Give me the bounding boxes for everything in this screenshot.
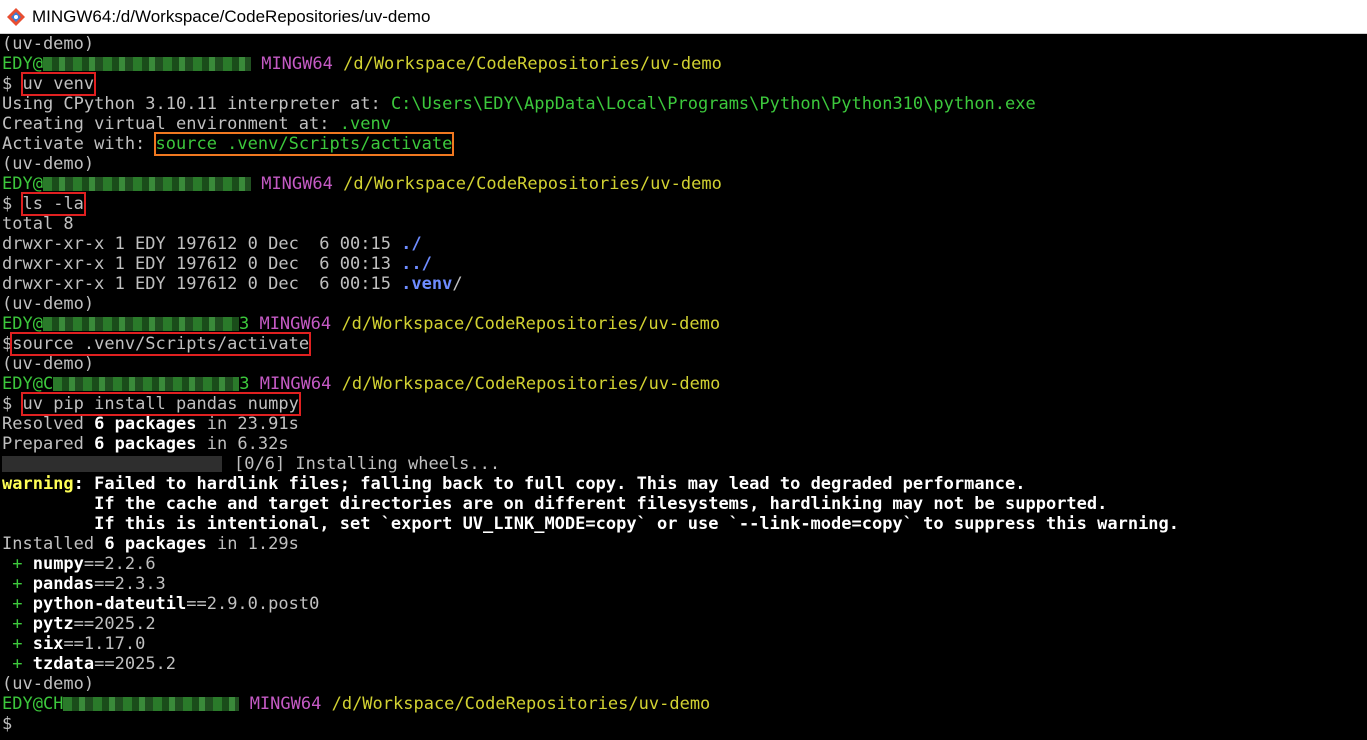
package-item: + pytz==2025.2 bbox=[2, 614, 156, 634]
package-item: + six==1.17.0 bbox=[2, 634, 146, 654]
venv-indicator: (uv-demo) bbox=[2, 294, 95, 314]
ls-row: drwxr-xr-x 1 EDY 197612 0 Dec 6 00:15 ./ bbox=[2, 234, 422, 254]
git-bash-icon bbox=[7, 7, 25, 26]
redacted-hostname bbox=[42, 57, 251, 71]
terminal-output[interactable]: (uv-demo) EDY@ MINGW64 /d/Workspace/Code… bbox=[0, 34, 1367, 740]
output-line: total 8 bbox=[2, 214, 74, 234]
warning-line: If this is intentional, set `export UV_L… bbox=[2, 514, 1180, 534]
redacted-hostname bbox=[53, 377, 240, 391]
command-input-line[interactable]: $ bbox=[2, 714, 12, 734]
venv-indicator: (uv-demo) bbox=[2, 674, 95, 694]
command-line: $ ls -la bbox=[2, 192, 86, 216]
prompt-line: EDY@ MINGW64 /d/Workspace/CodeRepositori… bbox=[2, 174, 722, 194]
warning-line: warning: Failed to hardlink files; falli… bbox=[2, 474, 1026, 494]
output-line: Installed 6 packages in 1.29s bbox=[2, 534, 299, 554]
command-line: $source .venv/Scripts/activate bbox=[2, 332, 312, 356]
command-ls: ls -la bbox=[20, 192, 86, 216]
prompt-line: EDY@ 3 MINGW64 /d/Workspace/CodeRepositor… bbox=[2, 314, 721, 334]
prompt-line: EDY@CH MINGW64 /d/Workspace/CodeReposito… bbox=[2, 694, 711, 714]
package-item: + tzdata==2025.2 bbox=[2, 654, 177, 674]
window-title: MINGW64:/d/Workspace/CodeRepositories/uv… bbox=[32, 6, 431, 26]
window-titlebar: MINGW64:/d/Workspace/CodeRepositories/uv… bbox=[0, 0, 1367, 34]
package-item: + python-dateutil==2.9.0.post0 bbox=[2, 594, 320, 614]
ls-row: drwxr-xr-x 1 EDY 197612 0 Dec 6 00:13 ..… bbox=[2, 254, 432, 274]
redacted-hostname bbox=[42, 177, 251, 191]
output-line: Using CPython 3.10.11 interpreter at: C:… bbox=[2, 94, 1036, 114]
warning-line: If the cache and target directories are … bbox=[2, 494, 1108, 514]
activate-hint: source .venv/Scripts/activate bbox=[153, 132, 455, 156]
output-line: Creating virtual environment at: .venv bbox=[2, 114, 391, 134]
output-line: Prepared 6 packages in 6.32s bbox=[2, 434, 289, 454]
progress-line: [0/6] Installing wheels... bbox=[2, 454, 500, 474]
prompt-line: EDY@C 3 MINGW64 /d/Workspace/CodeReposito… bbox=[2, 374, 721, 394]
redacted-hostname bbox=[63, 697, 240, 711]
ls-row: drwxr-xr-x 1 EDY 197612 0 Dec 6 00:15 .v… bbox=[2, 274, 463, 294]
venv-indicator: (uv-demo) bbox=[2, 354, 95, 374]
output-line: Activate with: source .venv/Scripts/acti… bbox=[2, 132, 455, 156]
command-line: $ uv pip install pandas numpy bbox=[2, 392, 301, 416]
command-source-activate: source .venv/Scripts/activate bbox=[10, 332, 312, 356]
package-item: + numpy==2.2.6 bbox=[2, 554, 156, 574]
command-line: $ uv venv bbox=[2, 72, 97, 96]
command-pip-install: uv pip install pandas numpy bbox=[20, 392, 301, 416]
prompt-line: EDY@ MINGW64 /d/Workspace/CodeRepositori… bbox=[2, 54, 722, 74]
package-item: + pandas==2.3.3 bbox=[2, 574, 166, 594]
redacted-hostname bbox=[42, 317, 239, 331]
venv-indicator: (uv-demo) bbox=[2, 154, 95, 174]
command-uv-venv: uv venv bbox=[20, 72, 97, 96]
progress-bar bbox=[2, 456, 222, 472]
venv-indicator: (uv-demo) bbox=[2, 34, 95, 54]
output-line: Resolved 6 packages in 23.91s bbox=[2, 414, 299, 434]
